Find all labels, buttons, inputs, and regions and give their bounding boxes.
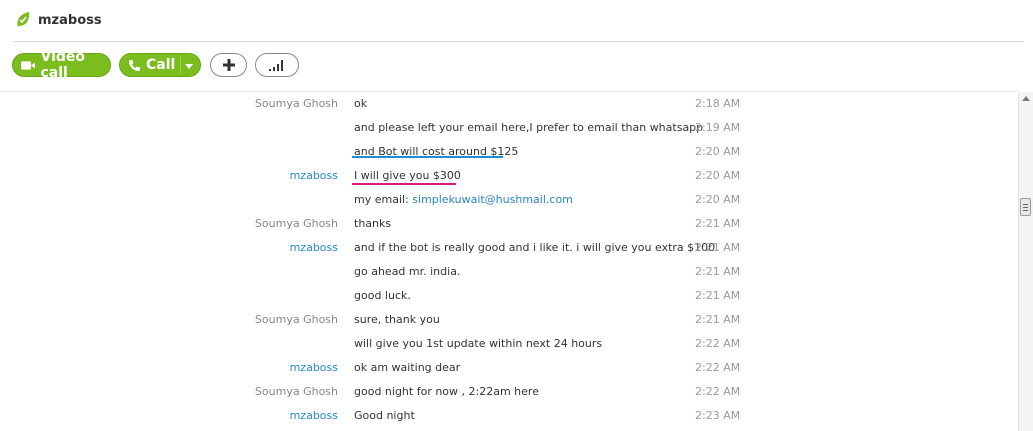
video-camera-icon bbox=[21, 60, 36, 70]
message-sender[interactable]: mzaboss bbox=[290, 241, 338, 254]
chat-scrollbar[interactable] bbox=[1018, 92, 1033, 431]
message-time: 2:22 AM bbox=[695, 361, 741, 374]
message-text: thanks bbox=[354, 217, 392, 230]
message-row: go ahead mr. india. 2:21 AM bbox=[0, 260, 1015, 284]
message-text-prefix: my email: bbox=[354, 193, 413, 206]
message-sender[interactable]: Soumya Ghosh bbox=[255, 385, 338, 398]
message-time: 2:20 AM bbox=[695, 145, 741, 158]
video-call-label: Video call bbox=[40, 49, 86, 81]
message-time: 2:21 AM bbox=[695, 313, 741, 326]
contact-name[interactable]: mzaboss bbox=[38, 13, 102, 28]
message-row: Soumya Ghosh good night for now , 2:22am… bbox=[0, 380, 1015, 404]
scroll-up-arrow-icon[interactable] bbox=[1022, 96, 1030, 101]
message-text: ok am waiting dear bbox=[354, 361, 461, 374]
message-time: 2:21 AM bbox=[695, 265, 741, 278]
message-sender[interactable]: Soumya Ghosh bbox=[255, 313, 338, 326]
message-row: Soumya Ghosh thanks 2:21 AM bbox=[0, 212, 1015, 236]
call-label: Call bbox=[146, 57, 176, 73]
message-text: I will give you $300 bbox=[354, 169, 461, 182]
message-row: Soumya Ghosh sure, thank you 2:21 AM bbox=[0, 308, 1015, 332]
phone-icon bbox=[129, 59, 140, 71]
message-row: mzaboss ok am waiting dear 2:22 AM bbox=[0, 356, 1015, 380]
chat-history[interactable]: Soumya Ghosh ok 2:18 AM and please left … bbox=[0, 92, 1015, 431]
header-divider bbox=[13, 41, 1024, 42]
message-row: mzaboss Good night 2:23 AM bbox=[0, 404, 1015, 428]
message-time: 2:21 AM bbox=[695, 289, 741, 302]
message-sender[interactable]: mzaboss bbox=[290, 361, 338, 374]
message-text: my email: simplekuwait@hushmail.com bbox=[354, 193, 573, 206]
message-text: Good night bbox=[354, 409, 415, 422]
message-time: 2:19 AM bbox=[695, 121, 741, 134]
message-time: 2:21 AM bbox=[695, 217, 741, 230]
message-row: and Bot will cost around $125 2:20 AM bbox=[0, 140, 1015, 164]
message-text: will give you 1st update within next 24 … bbox=[354, 337, 603, 350]
message-sender[interactable]: Soumya Ghosh bbox=[255, 217, 338, 230]
message-row: my email: simplekuwait@hushmail.com 2:20… bbox=[0, 188, 1015, 212]
message-text: and if the bot is really good and i like… bbox=[354, 241, 716, 254]
message-row: mzaboss and if the bot is really good an… bbox=[0, 236, 1015, 260]
message-text: good night for now , 2:22am here bbox=[354, 385, 539, 398]
grip-line bbox=[1023, 207, 1028, 208]
message-sender: Soumya Ghosh bbox=[254, 97, 338, 110]
message-text: sure, thank you bbox=[354, 313, 440, 326]
grip-line bbox=[1023, 204, 1028, 205]
message-time: 2:20 AM bbox=[695, 169, 741, 182]
message-text: go ahead mr. india. bbox=[354, 265, 461, 278]
add-participant-button[interactable] bbox=[210, 53, 247, 77]
message-time: 2:18 AM bbox=[695, 97, 741, 110]
message-time: 2:22 AM bbox=[695, 337, 741, 350]
message-time: 2:20 AM bbox=[695, 193, 741, 206]
chevron-down-icon[interactable] bbox=[185, 64, 193, 69]
message-sender[interactable]: mzaboss bbox=[290, 169, 338, 182]
call-quality-button[interactable] bbox=[255, 53, 299, 77]
online-leaf-icon bbox=[17, 12, 30, 27]
video-call-button[interactable]: Video call bbox=[12, 49, 111, 81]
message-text: good luck. bbox=[354, 289, 411, 302]
scrollbar-thumb[interactable] bbox=[1020, 198, 1031, 216]
signal-bars-icon bbox=[269, 60, 283, 71]
call-button[interactable]: Call bbox=[119, 53, 201, 77]
message-row: and please left your email here,I prefer… bbox=[0, 116, 1015, 140]
highlight-underline-pink bbox=[352, 183, 456, 185]
message-time: 2:21 AM bbox=[695, 241, 741, 254]
message-text: and please left your email here,I prefer… bbox=[354, 121, 704, 134]
message-time: 2:23 AM bbox=[695, 409, 741, 422]
email-link[interactable]: simplekuwait@hushmail.com bbox=[412, 193, 573, 206]
message-text: ok bbox=[354, 97, 368, 110]
message-row: will give you 1st update within next 24 … bbox=[0, 332, 1015, 356]
message-row: mzaboss I will give you $300 2:20 AM bbox=[0, 164, 1015, 188]
plus-icon bbox=[222, 59, 235, 71]
grip-line bbox=[1023, 210, 1028, 211]
highlight-underline-blue bbox=[352, 156, 503, 158]
message-row: Soumya Ghosh ok 2:18 AM bbox=[0, 92, 1015, 116]
message-sender[interactable]: mzaboss bbox=[290, 409, 338, 422]
conversation-header: mzaboss bbox=[0, 0, 1033, 42]
message-time: 2:22 AM bbox=[695, 385, 741, 398]
call-dropdown-divider bbox=[180, 57, 181, 74]
message-row: good luck. 2:21 AM bbox=[0, 284, 1015, 308]
call-toolbar: Video call Call bbox=[0, 49, 1033, 81]
